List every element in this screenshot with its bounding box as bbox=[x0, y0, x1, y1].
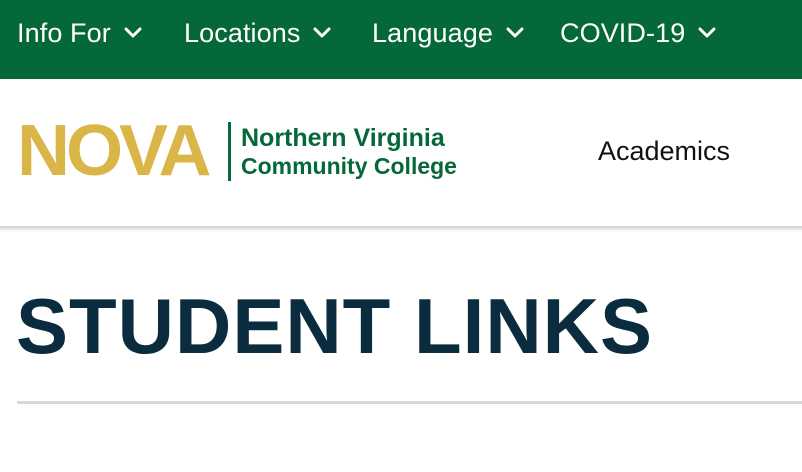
logo-divider bbox=[228, 122, 231, 181]
chevron-down-icon bbox=[506, 27, 524, 38]
main-nav-academics[interactable]: Academics bbox=[598, 136, 730, 167]
chevron-down-icon bbox=[698, 27, 716, 38]
page-title: STUDENT LINKS bbox=[16, 282, 653, 370]
topnav-language-label: Language bbox=[372, 17, 493, 48]
chevron-down-icon bbox=[124, 27, 142, 38]
logo-college-name-line1: Northern Virginia bbox=[241, 124, 445, 152]
title-divider bbox=[17, 401, 802, 404]
chevron-down-icon bbox=[313, 27, 331, 38]
topnav-info-for[interactable]: Info For bbox=[17, 0, 143, 66]
nova-logo-link[interactable]: NOVA Northern Virginia Community College bbox=[17, 111, 462, 191]
logo-college-name-line2: Community College bbox=[241, 153, 457, 179]
top-utility-bar: Info For Locations Language COVID-19 bbox=[0, 0, 802, 79]
topnav-locations[interactable]: Locations bbox=[184, 0, 332, 66]
topnav-locations-label: Locations bbox=[184, 17, 301, 48]
logo-wordmark: NOVA bbox=[17, 111, 211, 191]
header-shadow bbox=[0, 226, 802, 232]
topnav-info-for-label: Info For bbox=[17, 17, 111, 48]
topnav-language[interactable]: Language bbox=[372, 0, 525, 66]
topnav-covid-19[interactable]: COVID-19 bbox=[560, 0, 717, 66]
topnav-covid-19-label: COVID-19 bbox=[560, 17, 686, 48]
